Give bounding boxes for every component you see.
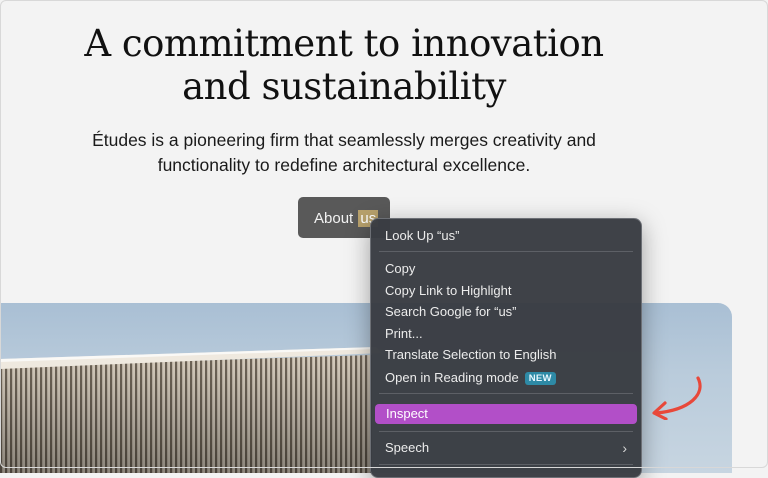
- page-title: A commitment to innovation and sustainab…: [84, 22, 604, 108]
- menu-item-speech[interactable]: Speech ›: [385, 438, 633, 458]
- menu-item-copy-link-to-highlight[interactable]: Copy Link to Highlight: [385, 281, 633, 301]
- menu-separator: [379, 464, 633, 465]
- curved-arrow-icon: [652, 376, 702, 420]
- about-button-label: About: [314, 210, 358, 227]
- menu-separator: [379, 393, 633, 394]
- menu-item-print[interactable]: Print...: [385, 324, 633, 344]
- menu-item-translate-selection[interactable]: Translate Selection to English: [385, 345, 633, 365]
- new-badge: NEW: [524, 372, 556, 385]
- menu-item-search-google[interactable]: Search Google for “us”: [385, 302, 633, 322]
- menu-item-copy[interactable]: Copy: [385, 259, 633, 279]
- menu-item-label: Speech: [385, 440, 430, 455]
- menu-item-label: Open in Reading mode: [385, 370, 519, 385]
- menu-separator: [379, 251, 633, 252]
- menu-item-inspect[interactable]: Inspect: [375, 404, 637, 424]
- hero-description: Études is a pioneering firm that seamles…: [92, 130, 596, 175]
- context-menu: Look Up “us” Copy Copy Link to Highlight…: [370, 218, 642, 478]
- menu-separator: [379, 431, 633, 432]
- menu-item-open-reading-mode[interactable]: Open in Reading mode NEW: [385, 368, 633, 388]
- menu-item-look-up[interactable]: Look Up “us”: [385, 226, 633, 246]
- chevron-right-icon: ›: [622, 440, 627, 456]
